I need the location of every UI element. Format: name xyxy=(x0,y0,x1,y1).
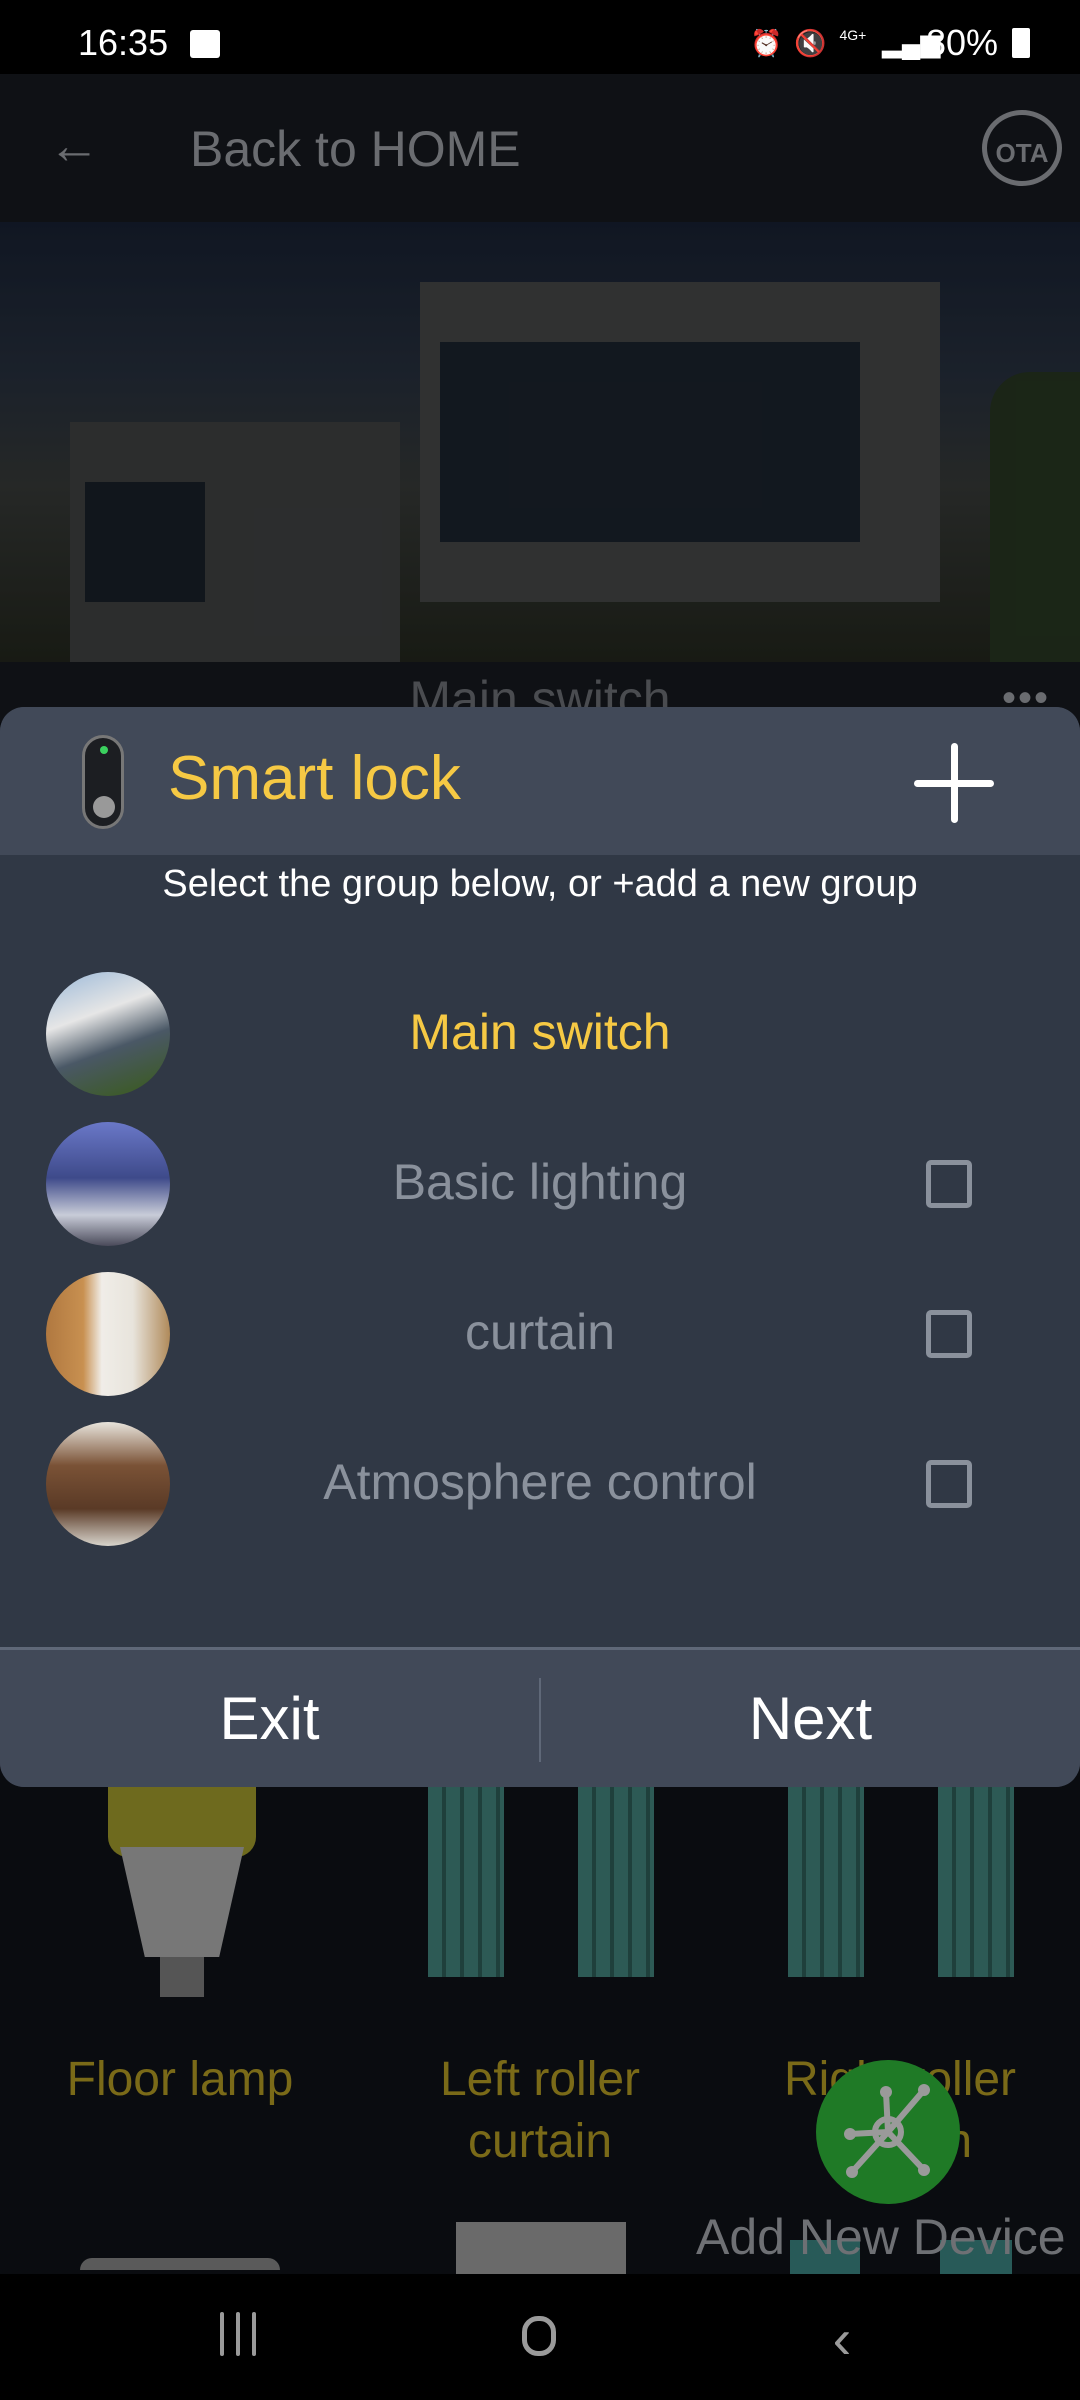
group-checkbox[interactable] xyxy=(926,1310,972,1358)
network-type: 4G+ xyxy=(839,27,867,43)
device-label-floor-lamp[interactable]: Floor lamp xyxy=(30,2049,330,2111)
bulb-icon[interactable] xyxy=(108,1787,256,1997)
group-item-main-switch[interactable]: Main switch xyxy=(0,959,1080,1109)
exit-button[interactable]: Exit xyxy=(0,1650,539,1787)
device-icon-partial xyxy=(80,2258,280,2270)
curtain-icon[interactable] xyxy=(428,1787,504,1977)
next-button[interactable]: Next xyxy=(541,1650,1080,1787)
hub-network-icon xyxy=(844,2084,930,2178)
curtain-icon[interactable] xyxy=(578,1787,654,1977)
back-arrow-icon[interactable]: ← xyxy=(48,118,100,174)
gallery-icon xyxy=(190,30,220,58)
system-nav-bar: ‹ xyxy=(0,2274,1080,2400)
signal-icon: ▂▄▆ xyxy=(881,28,941,58)
home-button[interactable] xyxy=(522,2316,556,2356)
group-select-dialog: Smart lock Select the group below, or +a… xyxy=(0,707,1080,1787)
dialog-header: Smart lock xyxy=(0,707,1080,855)
alarm-icon: ⏰ xyxy=(749,28,783,58)
group-label: Atmosphere control xyxy=(323,1454,757,1510)
app-bar: ← Back to HOME OTA xyxy=(0,74,1080,222)
dialog-title: Smart lock xyxy=(168,744,461,813)
ota-update-button[interactable]: OTA xyxy=(982,110,1062,186)
clock: 16:35 xyxy=(78,22,169,63)
curtain-icon[interactable] xyxy=(938,1787,1014,1977)
socket-icon xyxy=(456,2222,626,2274)
group-checkbox[interactable] xyxy=(926,1160,972,1208)
curtain-icon[interactable] xyxy=(788,1787,864,1977)
mute-icon: 🔇 xyxy=(793,28,827,58)
back-button[interactable]: ‹ xyxy=(802,2304,882,2374)
add-group-button[interactable] xyxy=(914,743,994,823)
add-new-device-label[interactable]: Add New Device xyxy=(696,2208,1066,2266)
add-new-device-button[interactable] xyxy=(816,2060,960,2204)
recent-apps-button[interactable] xyxy=(200,2304,280,2374)
group-item-basic-lighting[interactable]: Basic lighting xyxy=(0,1109,1080,1259)
dialog-instructions: Select the group below, or +add a new gr… xyxy=(162,863,918,905)
group-label: curtain xyxy=(464,1304,616,1360)
group-item-atmosphere-control[interactable]: Atmosphere control xyxy=(0,1409,1080,1559)
device-label-left-curtain[interactable]: Left roller curtain xyxy=(390,2049,690,2173)
battery-level: 80% xyxy=(925,22,998,63)
group-label: Basic lighting xyxy=(392,1154,688,1210)
status-bar: 16:35 ⏰ 🔇 4G+ ▂▄▆ 80% xyxy=(0,0,1080,74)
ota-icon: OTA xyxy=(995,138,1049,168)
group-label: Main switch xyxy=(409,1004,671,1060)
group-item-curtain[interactable]: curtain xyxy=(0,1259,1080,1409)
battery-charging-icon xyxy=(1012,28,1030,58)
group-checkbox[interactable] xyxy=(926,1460,972,1508)
home-banner-image xyxy=(0,222,1080,662)
smart-lock-icon xyxy=(82,735,124,829)
back-to-home-link[interactable]: Back to HOME xyxy=(190,120,521,178)
dialog-footer: Exit Next xyxy=(0,1647,1080,1787)
